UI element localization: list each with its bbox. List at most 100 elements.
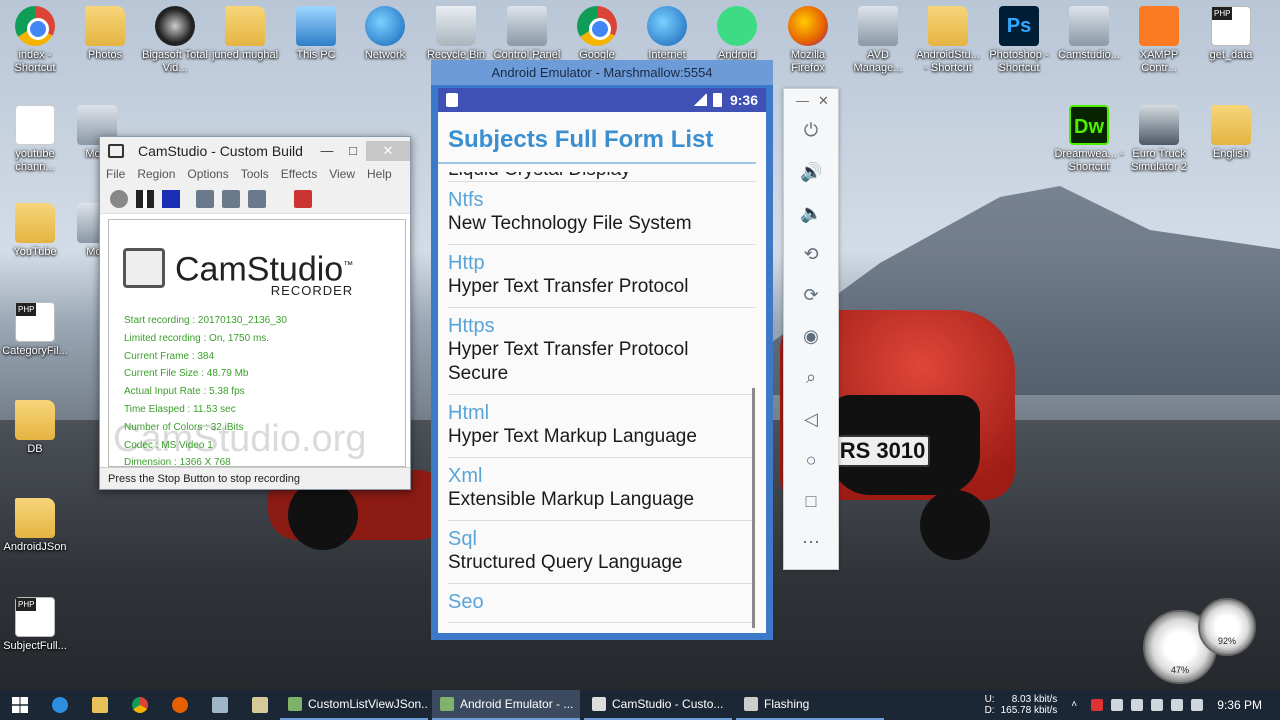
desktop-icon[interactable]: Mozilla Firefox <box>773 6 843 75</box>
taskbar-app6[interactable] <box>240 690 280 720</box>
task-app-icon <box>744 697 758 711</box>
pause-icon[interactable] <box>136 189 154 208</box>
xampp-icon <box>1139 6 1179 46</box>
subjects-list[interactable]: Liquid Crystal Display Ntfs New Technolo… <box>438 172 756 628</box>
menu-file[interactable]: File <box>106 167 125 181</box>
taskbar-clock[interactable]: 9:36 PM <box>1217 698 1262 712</box>
menu-help[interactable]: Help <box>367 167 392 181</box>
back-icon[interactable]: ◁ <box>800 408 822 430</box>
desktop-icon[interactable]: Bigasoft Total Vid... <box>140 6 210 75</box>
power-icon[interactable]: ⏻ <box>800 119 822 141</box>
volume-up-icon[interactable]: 🔊 <box>800 161 822 183</box>
desktop-icon[interactable]: YouTube <box>0 203 70 259</box>
zoom-icon[interactable]: ⌕ <box>800 366 822 388</box>
desktop-icon[interactable]: juned mughal <box>210 6 280 62</box>
desktop-icon-label: index - Shortcut <box>14 49 56 74</box>
camstudio-titlebar[interactable]: CamStudio - Custom Build — □ ✕ <box>100 137 410 164</box>
desktop-icon[interactable]: Photos <box>70 6 140 62</box>
folder-icon <box>15 203 55 243</box>
partial-item-text: Liquid Crystal Display <box>448 172 631 180</box>
volume-icon[interactable] <box>1171 699 1184 711</box>
emulator-screen[interactable]: 9:36 Subjects Full Form List Liquid Crys… <box>438 88 766 633</box>
desktop-icon[interactable]: XAMPP Contr... <box>1124 6 1194 75</box>
wifi-icon[interactable] <box>1151 699 1164 711</box>
antivirus-icon[interactable] <box>1091 699 1104 711</box>
menu-view[interactable]: View <box>329 167 355 181</box>
stop-icon[interactable] <box>162 189 180 208</box>
close-button[interactable]: ✕ <box>366 140 410 161</box>
list-item[interactable]: Seo <box>448 584 756 623</box>
taskbar-task[interactable]: CamStudio - Custo... <box>584 690 732 720</box>
desktop-icon[interactable]: CategoryFil... <box>0 302 70 358</box>
list-item[interactable]: Https Hyper Text Transfer Protocol Secur… <box>448 308 756 395</box>
volume-down-icon[interactable]: 🔈 <box>800 202 822 224</box>
item-full: Structured Query Language <box>448 552 683 573</box>
camera-icon[interactable]: ◉ <box>800 325 822 347</box>
android-emulator-window[interactable]: Android Emulator - Marshmallow:5554 9:36… <box>431 60 773 640</box>
menu-effects[interactable]: Effects <box>281 167 317 181</box>
region-icon[interactable] <box>196 189 214 208</box>
desktop-icon[interactable]: Dw Dreamwea... - Shortcut <box>1054 105 1124 174</box>
desktop-icon-label: Network <box>364 49 406 61</box>
list-item[interactable]: Html Hyper Text Markup Language <box>448 395 756 458</box>
desktop-icon[interactable]: AndroidJSon <box>0 498 70 554</box>
side-minimize-button[interactable]: — <box>796 93 809 108</box>
menu-region[interactable]: Region <box>137 167 175 181</box>
list-item[interactable]: Sql Structured Query Language <box>448 521 756 584</box>
desktop-icon[interactable]: youtube chann... <box>0 105 70 174</box>
taskbar-explorer[interactable] <box>80 690 120 720</box>
desktop-icon[interactable]: Recycle Bin <box>421 6 491 62</box>
minimize-button[interactable]: — <box>314 141 340 161</box>
start-button[interactable] <box>0 690 40 720</box>
emulator-titlebar[interactable]: Android Emulator - Marshmallow:5554 <box>431 60 773 85</box>
rotate-left-icon[interactable]: ⟲ <box>800 243 822 265</box>
keyboard-icon[interactable] <box>1191 699 1204 711</box>
list-item[interactable]: Xml Extensible Markup Language <box>448 458 756 521</box>
battery-icon[interactable] <box>1131 699 1144 711</box>
desktop-icon[interactable]: Camstudio... <box>1054 6 1124 62</box>
desktop-icon[interactable]: Network <box>350 6 420 62</box>
android-statusbar: 9:36 <box>438 88 766 112</box>
desktop-icon[interactable]: Control Panel <box>492 6 562 62</box>
taskbar-task[interactable]: CustomListViewJSon... <box>280 690 428 720</box>
more-icon[interactable]: ⋯ <box>800 531 822 553</box>
desktop-icon[interactable]: This PC <box>281 6 351 62</box>
taskbar-firefox[interactable] <box>160 690 200 720</box>
desktop-icon[interactable]: AVD Manage... <box>843 6 913 75</box>
list-item[interactable]: Ntfs New Technology File System <box>448 182 756 245</box>
exit-icon[interactable] <box>294 189 312 208</box>
desktop-icon[interactable]: English <box>1196 105 1266 161</box>
app-title: Subjects Full Form List <box>438 112 756 164</box>
taskbar-chrome[interactable] <box>120 690 160 720</box>
desktop-icon[interactable]: AndroidStu... - Shortcut <box>913 6 983 75</box>
annotate-icon[interactable] <box>222 189 240 208</box>
desktop-icon[interactable]: get_data <box>1196 6 1266 62</box>
chevron-up-icon[interactable]: ˄ <box>1071 699 1083 711</box>
home-icon[interactable]: ○ <box>800 449 822 471</box>
taskbar-task[interactable]: Android Emulator - ... <box>432 690 580 720</box>
maximize-button[interactable]: □ <box>340 141 366 161</box>
doc-icon <box>15 105 55 145</box>
printer-icon[interactable] <box>1111 699 1124 711</box>
list-item[interactable]: Http Hyper Text Transfer Protocol <box>448 245 756 308</box>
menu-tools[interactable]: Tools <box>241 167 269 181</box>
swf-icon[interactable] <box>248 189 266 208</box>
record-icon[interactable] <box>110 189 128 208</box>
desktop-icon[interactable]: SubjectFull... <box>0 597 70 653</box>
side-close-button[interactable]: ✕ <box>818 93 829 109</box>
taskbar-task[interactable]: Flashing <box>736 690 884 720</box>
rotate-right-icon[interactable]: ⟳ <box>800 284 822 306</box>
desktop-icon[interactable]: DB <box>0 400 70 456</box>
menu-options[interactable]: Options <box>187 167 228 181</box>
bigasoft-icon <box>155 6 195 46</box>
taskbar-app5[interactable] <box>200 690 240 720</box>
list-scrollbar[interactable] <box>752 388 755 628</box>
camstudio-window[interactable]: CamStudio - Custom Build — □ ✕ File Regi… <box>99 136 411 490</box>
desktop-icon[interactable]: Ps Photoshop - Shortcut <box>984 6 1054 75</box>
desktop-icon[interactable]: index - Shortcut <box>0 6 70 75</box>
taskbar-ie[interactable] <box>40 690 80 720</box>
task-label: CustomListViewJSon... <box>308 697 428 711</box>
overview-icon[interactable]: □ <box>800 490 822 512</box>
desktop-icon[interactable]: Euro Truck Simulator 2 <box>1124 105 1194 174</box>
list-item-partial[interactable]: Liquid Crystal Display <box>448 172 756 182</box>
